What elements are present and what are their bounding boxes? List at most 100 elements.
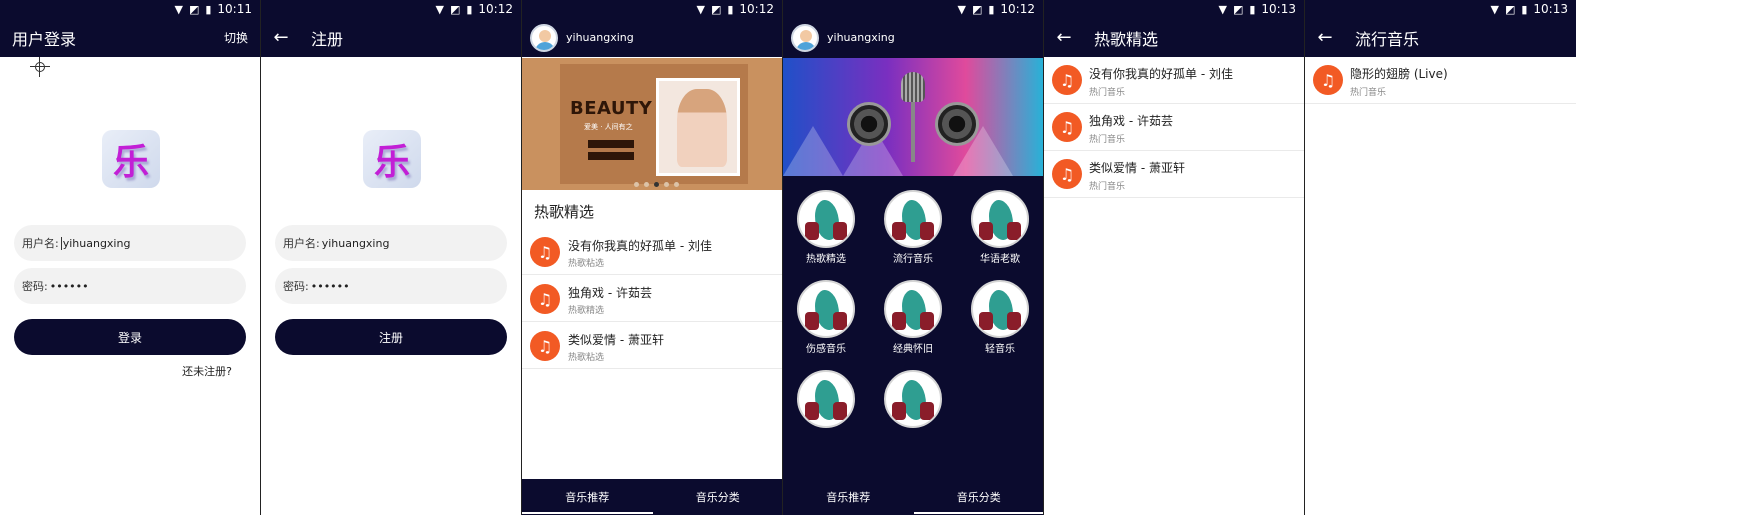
page-title: 热歌精选 <box>1094 29 1159 49</box>
category-label: 热歌精选 <box>806 254 846 265</box>
home-screen: ▼ ◩ ▮ 10:12 yihuangxing BEAUTY 爱美 · 人间有之 <box>522 0 783 515</box>
song-category: 热门音乐 <box>1350 88 1387 98</box>
password-input[interactable]: •••••• <box>50 280 89 293</box>
username-field[interactable]: 用户名: yihuangxing <box>14 225 246 261</box>
username-field[interactable]: 用户名: yihuangxing <box>275 225 507 261</box>
back-arrow-icon[interactable]: ← <box>273 27 289 48</box>
password-field[interactable]: 密码: •••••• <box>14 268 246 304</box>
user-name: yihuangxing <box>827 31 895 44</box>
category-light-music[interactable]: 轻音乐 <box>960 280 1040 355</box>
wifi-icon: ▼ <box>957 2 966 16</box>
username-input[interactable]: yihuangxing <box>63 237 131 250</box>
switch-button[interactable]: 切换 <box>224 29 248 46</box>
category-item[interactable] <box>873 370 953 428</box>
username-input[interactable]: yihuangxing <box>322 237 390 250</box>
text-caret <box>60 236 62 250</box>
wifi-icon: ▼ <box>174 2 183 16</box>
status-time: 10:13 <box>1533 2 1568 16</box>
status-bar: ▼ ◩ ▮ 10:11 <box>0 0 260 18</box>
song-title: 没有你我真的好孤单 - 刘佳 <box>1089 67 1233 81</box>
music-note-icon: ♫ <box>530 331 560 361</box>
song-category: 热门音乐 <box>1089 182 1126 192</box>
status-bar: ▼ ◩ ▮ 10:12 <box>261 0 521 18</box>
cursor-crosshair-icon <box>30 57 50 77</box>
category-art-icon <box>797 190 855 248</box>
username-label: 用户名: <box>22 237 59 250</box>
app-logo: 乐 <box>363 130 421 188</box>
tab-music-recommend[interactable]: 音乐推荐 <box>522 479 653 515</box>
wifi-icon: ▼ <box>435 2 444 16</box>
status-time: 10:12 <box>1000 2 1035 16</box>
carousel-dot <box>674 182 679 187</box>
carousel-dot <box>664 182 669 187</box>
wifi-icon: ▼ <box>1218 2 1227 16</box>
register-button[interactable]: 注册 <box>275 319 507 355</box>
banner-tagline: 爱美 · 人间有之 <box>584 123 633 131</box>
list-item[interactable]: ♫ 没有你我真的好孤单 - 刘佳 热歌粘选 <box>522 229 782 275</box>
tab-music-categories[interactable]: 音乐分类 <box>653 479 783 515</box>
screenshot-strip: ▼ ◩ ▮ 10:11 用户登录 切换 乐 用户名: yihuangxing 密… <box>0 0 1738 515</box>
no-signal-icon: ◩ <box>971 2 983 16</box>
login-button[interactable]: 登录 <box>14 319 246 355</box>
tab-music-recommend[interactable]: 音乐推荐 <box>783 479 914 515</box>
list-item[interactable]: ♫ 独角戏 - 许茹芸 热歌精选 <box>522 276 782 322</box>
wifi-icon: ▼ <box>1490 2 1499 16</box>
music-note-icon: ♫ <box>530 284 560 314</box>
list-item[interactable]: ♫ 没有你我真的好孤单 - 刘佳 热门音乐 <box>1044 57 1304 104</box>
category-label: 伤感音乐 <box>806 344 846 355</box>
category-art-icon <box>884 190 942 248</box>
list-item[interactable]: ♫ 类似爱情 - 萧亚轩 热门音乐 <box>1044 151 1304 198</box>
bottom-tab-bar: 音乐推荐 音乐分类 <box>522 479 783 515</box>
song-title: 独角戏 - 许茹芸 <box>1089 114 1173 128</box>
category-label: 经典怀旧 <box>893 344 933 355</box>
register-link[interactable]: 还未注册? <box>182 363 232 379</box>
status-time: 10:11 <box>217 2 252 16</box>
no-signal-icon: ◩ <box>188 2 200 16</box>
category-chinese-oldies[interactable]: 华语老歌 <box>960 190 1040 265</box>
list-item[interactable]: ♫ 类似爱情 - 萧亚轩 热歌粘选 <box>522 323 782 369</box>
list-item[interactable]: ♫ 隐形的翅膀 (Live) 热门音乐 <box>1305 57 1576 104</box>
banner-heading: BEAUTY <box>570 98 653 119</box>
banner-block <box>588 152 634 160</box>
bottom-tab-bar: 音乐推荐 音乐分类 <box>783 479 1043 515</box>
banner-block <box>588 140 634 148</box>
song-title: 没有你我真的好孤单 - 刘佳 <box>568 239 712 253</box>
category-art-icon <box>971 280 1029 338</box>
avatar[interactable] <box>530 23 558 52</box>
status-bar: ▼ ◩ ▮ 10:13 <box>1305 0 1576 18</box>
password-label: 密码: <box>22 280 48 293</box>
no-signal-icon: ◩ <box>1504 2 1516 16</box>
category-pop-music[interactable]: 流行音乐 <box>873 190 953 265</box>
music-note-icon: ♫ <box>1052 65 1082 95</box>
app-bar: ← 热歌精选 <box>1044 18 1304 57</box>
status-time: 10:13 <box>1261 2 1296 16</box>
battery-icon: ▮ <box>727 2 734 16</box>
song-category: 热歌粘选 <box>568 353 605 363</box>
music-note-icon: ♫ <box>1052 112 1082 142</box>
speaker-icon <box>935 102 979 146</box>
app-logo: 乐 <box>102 130 160 188</box>
category-sad-music[interactable]: 伤感音乐 <box>786 280 866 355</box>
song-title: 类似爱情 - 萧亚轩 <box>568 333 664 347</box>
category-item[interactable] <box>786 370 866 428</box>
category-label: 流行音乐 <box>893 254 933 265</box>
tab-music-categories[interactable]: 音乐分类 <box>913 479 1043 515</box>
carousel-dot <box>644 182 649 187</box>
category-art-icon <box>797 280 855 338</box>
back-arrow-icon[interactable]: ← <box>1056 27 1072 48</box>
battery-icon: ▮ <box>988 2 995 16</box>
avatar[interactable] <box>791 23 819 52</box>
category-classic-nostalgia[interactable]: 经典怀旧 <box>873 280 953 355</box>
register-screen: ▼ ◩ ▮ 10:12 ← 注册 乐 用户名: yihuangxing 密码: … <box>261 0 522 515</box>
song-category: 热门音乐 <box>1089 135 1126 145</box>
banner-carousel[interactable]: BEAUTY 爱美 · 人间有之 <box>522 58 782 190</box>
back-arrow-icon[interactable]: ← <box>1317 27 1333 48</box>
category-hot-songs[interactable]: 热歌精选 <box>786 190 866 265</box>
password-field[interactable]: 密码: •••••• <box>275 268 507 304</box>
microphone-icon <box>901 72 925 102</box>
status-time: 10:12 <box>739 2 774 16</box>
password-input[interactable]: •••••• <box>311 280 350 293</box>
music-banner-image <box>783 58 1043 176</box>
list-item[interactable]: ♫ 独角戏 - 许茹芸 热门音乐 <box>1044 104 1304 151</box>
user-header: yihuangxing <box>522 18 782 57</box>
